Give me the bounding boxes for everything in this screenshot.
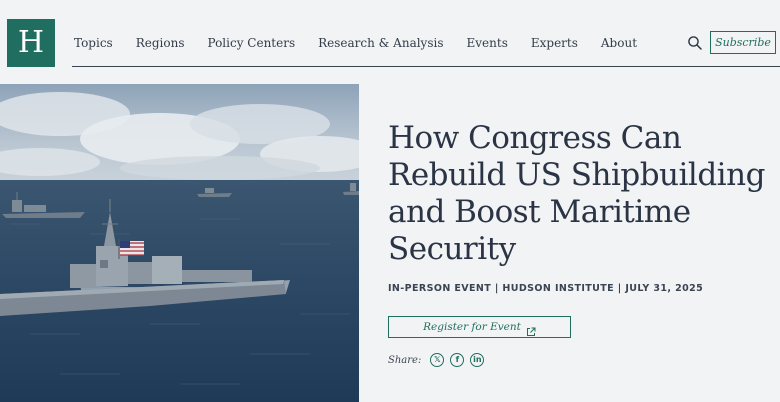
event-title: How Congress Can Rebuild US Shipbuilding… [388,120,765,267]
search-icon[interactable] [686,34,704,52]
nav-item-topics[interactable]: Topics [74,36,113,50]
subscribe-button[interactable]: Subscribe [710,31,776,54]
share-label: Share: [388,354,422,366]
x-icon[interactable]: 𝕏 [430,353,445,367]
main-nav: Topics Regions Policy Centers Research &… [74,35,660,51]
hudson-logo[interactable]: H [7,19,55,67]
logo-letter: H [17,25,45,60]
share-bar: Share: 𝕏 f in [388,353,490,367]
facebook-icon[interactable]: f [450,353,465,367]
site-header: H Topics Regions Policy Centers Research… [0,0,780,84]
nav-item-events[interactable]: Events [467,36,508,50]
header-divider [72,66,780,67]
external-link-icon [526,322,536,336]
nav-item-about[interactable]: About [601,36,637,50]
nav-item-regions[interactable]: Regions [136,36,185,50]
linkedin-icon[interactable]: in [470,353,485,367]
register-label: Register for Event [423,321,521,333]
nav-item-experts[interactable]: Experts [531,36,578,50]
event-meta: IN-PERSON EVENT | HUDSON INSTITUTE | JUL… [388,283,704,294]
nav-item-policy-centers[interactable]: Policy Centers [207,36,295,50]
nav-item-research-analysis[interactable]: Research & Analysis [318,36,443,50]
hero-image [0,84,359,402]
register-button[interactable]: Register for Event [388,316,571,338]
